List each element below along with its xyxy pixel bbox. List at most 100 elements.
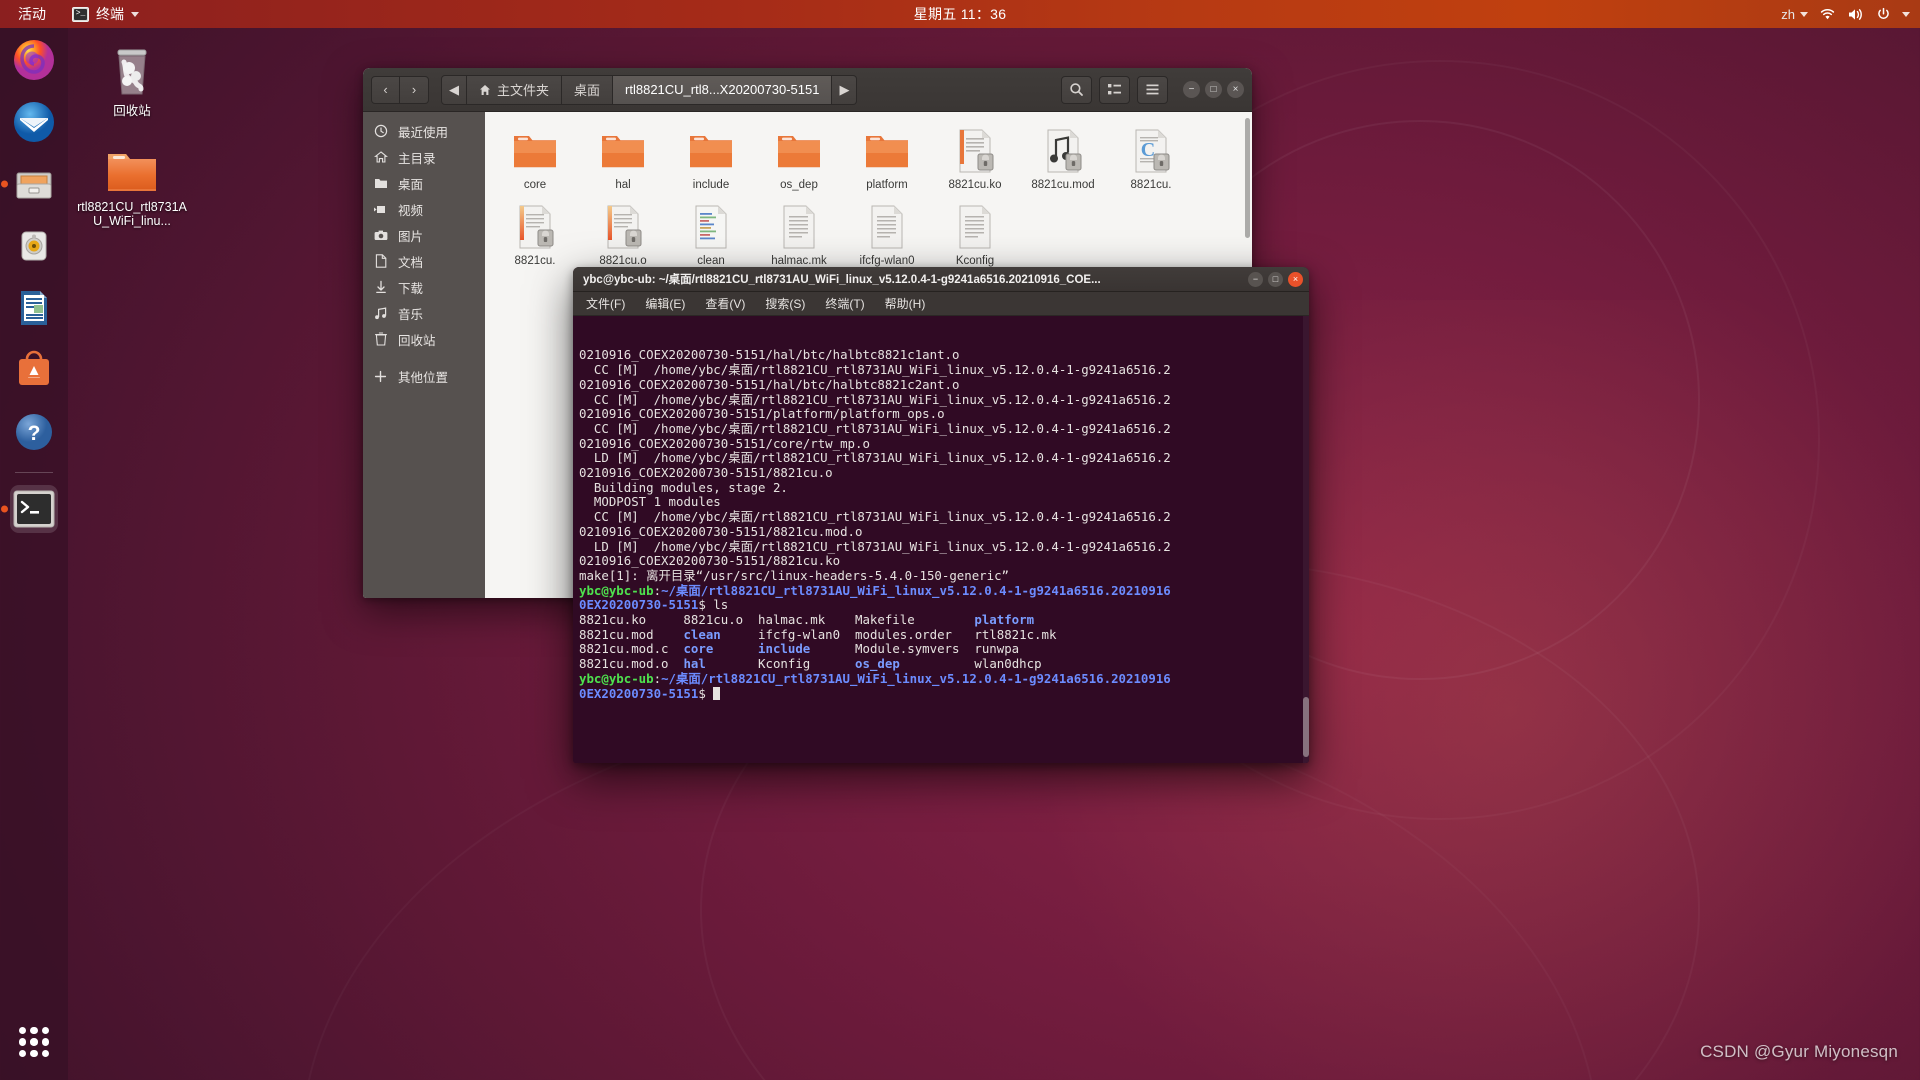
folder-icon: [76, 138, 188, 196]
terminal-output[interactable]: 0210916_COEX20200730-5151/hal/btc/halbtc…: [573, 316, 1309, 763]
binary-file-icon: [933, 126, 1017, 176]
breadcrumb-item-current[interactable]: rtl8821CU_rtl8...X20200730-5151: [613, 74, 833, 105]
main-menu-button[interactable]: [1137, 75, 1168, 104]
language-indicator[interactable]: zh: [1781, 7, 1808, 22]
forward-button[interactable]: ›: [400, 75, 429, 104]
file-item[interactable]: core: [491, 122, 579, 198]
file-list-scrollbar[interactable]: [1245, 118, 1250, 238]
file-item[interactable]: 8821cu.mod: [1019, 122, 1107, 198]
dock-item-files[interactable]: [10, 160, 58, 208]
file-item[interactable]: clean: [667, 198, 755, 274]
file-name: core: [523, 179, 547, 191]
breadcrumb-label: rtl8821CU_rtl8...X20200730-5151: [625, 82, 820, 97]
file-name: 8821cu.ko: [948, 179, 1002, 191]
breadcrumb-scroll-left[interactable]: ◀: [441, 74, 467, 105]
sidebar-item-desktop[interactable]: 桌面: [363, 170, 485, 196]
sidebar-item-trash[interactable]: 回收站: [363, 326, 485, 352]
menu-help[interactable]: 帮助(H): [882, 294, 929, 313]
desktop-icon-trash[interactable]: 回收站: [76, 42, 188, 118]
minimize-button[interactable]: −: [1183, 81, 1200, 98]
terminal-cursor: [713, 686, 721, 700]
sidebar-item-label: 文档: [398, 255, 424, 270]
file-grid: core hal include os_dep platform 8821cu.…: [491, 122, 1252, 274]
app-menu-button[interactable]: >_ 终端: [68, 2, 143, 26]
terminal-line: 0210916_COEX20200730-5151/8821cu.ko: [579, 553, 841, 569]
file-item[interactable]: hal: [579, 122, 667, 198]
maximize-button[interactable]: □: [1205, 81, 1222, 98]
terminal-line: 8821cu.mod clean ifcfg-wlan0 modules.ord…: [579, 626, 1057, 642]
terminal-minimize-button[interactable]: −: [1248, 271, 1263, 287]
breadcrumb-item-home[interactable]: 主文件夹: [467, 74, 563, 105]
audio-file-icon: [1021, 126, 1105, 176]
trash-icon: [373, 332, 388, 347]
file-item[interactable]: 8821cu.ko: [931, 122, 1019, 198]
video-icon: [373, 202, 388, 217]
desktop-icon-project-folder[interactable]: rtl8821CU_rtl8731AU_WiFi_linu...: [76, 138, 188, 228]
terminal-line: LD [M] /home/ybc/桌面/rtl8821CU_rtl8731AU_…: [579, 450, 1171, 466]
dock-item-ubuntu-software[interactable]: [10, 346, 58, 394]
search-button[interactable]: [1061, 75, 1092, 104]
clock[interactable]: 星期五 11：36: [906, 2, 1015, 26]
menu-edit[interactable]: 编辑(E): [642, 294, 688, 313]
sidebar-item-downloads[interactable]: 下载: [363, 274, 485, 300]
sidebar-item-videos[interactable]: 视频: [363, 196, 485, 222]
volume-icon[interactable]: [1847, 7, 1865, 22]
file-item[interactable]: C 8821cu.: [1107, 122, 1195, 198]
chevron-down-icon: [131, 11, 139, 17]
menu-file[interactable]: 文件(F): [583, 294, 628, 313]
language-label: zh: [1781, 6, 1795, 22]
download-icon: [373, 280, 388, 295]
dock-item-terminal[interactable]: [10, 485, 58, 533]
dock-item-libreoffice-writer[interactable]: [10, 284, 58, 332]
terminal-line: 0210916_COEX20200730-5151/8821cu.o: [579, 465, 833, 481]
show-applications-button[interactable]: [10, 1018, 58, 1066]
sidebar-item-label: 回收站: [398, 333, 436, 348]
file-name: include: [692, 179, 730, 191]
folder-icon: [757, 126, 841, 176]
terminal-title: ybc@ybc-ub: ~/桌面/rtl8821CU_rtl8731AU_WiF…: [583, 274, 1101, 286]
terminal-line: ybc@ybc-ub:~/桌面/rtl8821CU_rtl8731AU_WiFi…: [579, 670, 1171, 686]
sidebar-item-documents[interactable]: 文档: [363, 248, 485, 274]
close-button[interactable]: ×: [1227, 81, 1244, 98]
sidebar-item-pictures[interactable]: 图片: [363, 222, 485, 248]
dock-item-rhythmbox[interactable]: [10, 222, 58, 270]
breadcrumb-scroll-right[interactable]: ▶: [832, 74, 858, 105]
sidebar-item-recent[interactable]: 最近使用: [363, 118, 485, 144]
file-item[interactable]: ifcfg-wlan0: [843, 198, 931, 274]
dock-item-thunderbird[interactable]: [10, 98, 58, 146]
breadcrumb-item-desktop[interactable]: 桌面: [562, 74, 614, 105]
sidebar-item-home[interactable]: 主目录: [363, 144, 485, 170]
file-item[interactable]: include: [667, 122, 755, 198]
file-item[interactable]: os_dep: [755, 122, 843, 198]
system-menu-chevron-down-icon[interactable]: [1902, 11, 1910, 17]
file-name: 8821cu.: [1130, 179, 1172, 191]
file-item[interactable]: halmac.mk: [755, 198, 843, 274]
activities-label: 活动: [18, 6, 46, 22]
menu-search[interactable]: 搜索(S): [762, 294, 808, 313]
file-item[interactable]: 8821cu.: [491, 198, 579, 274]
view-toggle-button[interactable]: [1099, 75, 1130, 104]
sidebar-item-label: 其他位置: [398, 370, 449, 385]
terminal-line: CC [M] /home/ybc/桌面/rtl8821CU_rtl8731AU_…: [579, 362, 1171, 378]
menu-view[interactable]: 查看(V): [702, 294, 748, 313]
file-item[interactable]: Kconfig: [931, 198, 1019, 274]
file-item[interactable]: platform: [843, 122, 931, 198]
dock-item-firefox[interactable]: [10, 36, 58, 84]
terminal-close-button[interactable]: ×: [1288, 271, 1303, 287]
activities-button[interactable]: 活动: [14, 2, 50, 26]
file-item[interactable]: 8821cu.o: [579, 198, 667, 274]
sidebar-item-other-locations[interactable]: 其他位置: [363, 363, 485, 389]
file-name: 8821cu.mod: [1031, 179, 1095, 191]
back-button[interactable]: ‹: [371, 75, 400, 104]
sidebar-item-music[interactable]: 音乐: [363, 300, 485, 326]
sidebar-item-label: 桌面: [398, 177, 424, 192]
power-icon[interactable]: [1876, 7, 1891, 22]
folder-icon: [373, 176, 388, 191]
dock-item-help[interactable]: ?: [10, 408, 58, 456]
terminal-maximize-button[interactable]: □: [1268, 271, 1283, 287]
wifi-icon[interactable]: [1819, 7, 1836, 21]
terminal-scrollbar[interactable]: [1303, 316, 1309, 763]
terminal-title-bar[interactable]: ybc@ybc-ub: ~/桌面/rtl8821CU_rtl8731AU_WiF…: [573, 267, 1309, 292]
search-icon: [1070, 83, 1083, 96]
menu-terminal[interactable]: 终端(T): [822, 294, 867, 313]
